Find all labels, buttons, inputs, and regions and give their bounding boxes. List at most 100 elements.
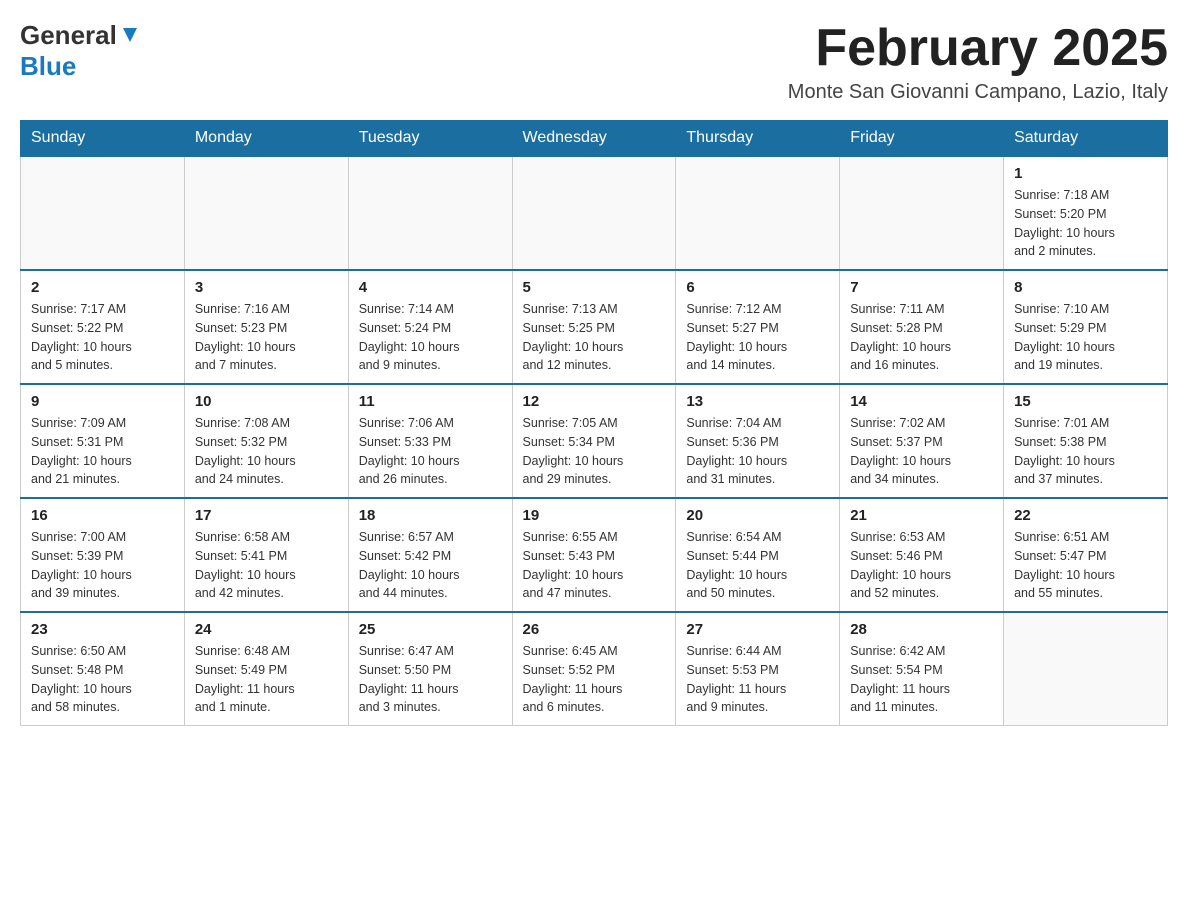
calendar-header-row: Sunday Monday Tuesday Wednesday Thursday… [21, 121, 1168, 157]
col-tuesday: Tuesday [348, 121, 512, 157]
day-info: Sunrise: 7:10 AMSunset: 5:29 PMDaylight:… [1014, 300, 1157, 375]
calendar-cell: 11 Sunrise: 7:06 AMSunset: 5:33 PMDayligh… [348, 384, 512, 498]
month-title: February 2025 [788, 20, 1168, 77]
col-sunday: Sunday [21, 121, 185, 157]
calendar-cell [21, 156, 185, 270]
calendar-cell [184, 156, 348, 270]
calendar-cell: 8 Sunrise: 7:10 AMSunset: 5:29 PMDaylight… [1004, 270, 1168, 384]
day-number: 2 [31, 279, 174, 296]
day-number: 8 [1014, 279, 1157, 296]
day-number: 20 [686, 507, 829, 524]
day-info: Sunrise: 6:55 AMSunset: 5:43 PMDaylight:… [523, 528, 666, 603]
day-info: Sunrise: 6:53 AMSunset: 5:46 PMDaylight:… [850, 528, 993, 603]
day-info: Sunrise: 6:44 AMSunset: 5:53 PMDaylight:… [686, 642, 829, 717]
day-info: Sunrise: 6:58 AMSunset: 5:41 PMDaylight:… [195, 528, 338, 603]
day-info: Sunrise: 6:57 AMSunset: 5:42 PMDaylight:… [359, 528, 502, 603]
calendar-cell [512, 156, 676, 270]
day-number: 26 [523, 621, 666, 638]
calendar-cell: 16 Sunrise: 7:00 AMSunset: 5:39 PMDayligh… [21, 498, 185, 612]
title-block: February 2025 Monte San Giovanni Campano… [788, 20, 1168, 104]
col-wednesday: Wednesday [512, 121, 676, 157]
calendar-cell: 12Sunrise: 7:05 AMSunset: 5:34 PMDayligh… [512, 384, 676, 498]
calendar-cell: 27Sunrise: 6:44 AMSunset: 5:53 PMDayligh… [676, 612, 840, 726]
calendar-week-row-2: 2 Sunrise: 7:17 AMSunset: 5:22 PMDaylight… [21, 270, 1168, 384]
day-number: 24 [195, 621, 338, 638]
calendar-table: Sunday Monday Tuesday Wednesday Thursday… [20, 120, 1168, 726]
calendar-cell: 26 Sunrise: 6:45 AMSunset: 5:52 PMDayligh… [512, 612, 676, 726]
day-info: Sunrise: 7:06 AMSunset: 5:33 PMDaylight:… [359, 414, 502, 489]
calendar-cell: 19 Sunrise: 6:55 AMSunset: 5:43 PMDayligh… [512, 498, 676, 612]
calendar-week-row-4: 16 Sunrise: 7:00 AMSunset: 5:39 PMDayligh… [21, 498, 1168, 612]
calendar-cell: 18 Sunrise: 6:57 AMSunset: 5:42 PMDayligh… [348, 498, 512, 612]
day-info: Sunrise: 7:14 AMSunset: 5:24 PMDaylight:… [359, 300, 502, 375]
calendar-week-row-5: 23 Sunrise: 6:50 AMSunset: 5:48 PMDayligh… [21, 612, 1168, 726]
day-info: Sunrise: 7:18 AMSunset: 5:20 PMDaylight:… [1014, 186, 1157, 261]
day-info: Sunrise: 7:17 AMSunset: 5:22 PMDaylight:… [31, 300, 174, 375]
day-number: 22 [1014, 507, 1157, 524]
day-number: 4 [359, 279, 502, 296]
day-number: 19 [523, 507, 666, 524]
day-info: Sunrise: 7:11 AMSunset: 5:28 PMDaylight:… [850, 300, 993, 375]
calendar-cell: 28 Sunrise: 6:42 AMSunset: 5:54 PMDayligh… [840, 612, 1004, 726]
calendar-cell: 5Sunrise: 7:13 AMSunset: 5:25 PMDaylight… [512, 270, 676, 384]
logo-blue-text: Blue [20, 51, 76, 81]
day-info: Sunrise: 7:08 AMSunset: 5:32 PMDaylight:… [195, 414, 338, 489]
day-info: Sunrise: 6:48 AMSunset: 5:49 PMDaylight:… [195, 642, 338, 717]
calendar-cell [348, 156, 512, 270]
day-number: 18 [359, 507, 502, 524]
calendar-cell: 1 Sunrise: 7:18 AMSunset: 5:20 PMDaylight… [1004, 156, 1168, 270]
calendar-cell: 7 Sunrise: 7:11 AMSunset: 5:28 PMDaylight… [840, 270, 1004, 384]
col-saturday: Saturday [1004, 121, 1168, 157]
day-info: Sunrise: 6:50 AMSunset: 5:48 PMDaylight:… [31, 642, 174, 717]
day-info: Sunrise: 7:13 AMSunset: 5:25 PMDaylight:… [523, 300, 666, 375]
day-info: Sunrise: 6:45 AMSunset: 5:52 PMDaylight:… [523, 642, 666, 717]
day-number: 16 [31, 507, 174, 524]
day-info: Sunrise: 7:16 AMSunset: 5:23 PMDaylight:… [195, 300, 338, 375]
col-thursday: Thursday [676, 121, 840, 157]
calendar-week-row-3: 9 Sunrise: 7:09 AMSunset: 5:31 PMDaylight… [21, 384, 1168, 498]
day-number: 7 [850, 279, 993, 296]
calendar-cell: 6 Sunrise: 7:12 AMSunset: 5:27 PMDaylight… [676, 270, 840, 384]
day-number: 10 [195, 393, 338, 410]
page-header: General Blue February 2025 Monte San Gio… [20, 20, 1168, 104]
calendar-cell: 23 Sunrise: 6:50 AMSunset: 5:48 PMDayligh… [21, 612, 185, 726]
day-number: 6 [686, 279, 829, 296]
day-number: 28 [850, 621, 993, 638]
calendar-cell [676, 156, 840, 270]
day-number: 1 [1014, 165, 1157, 182]
day-number: 9 [31, 393, 174, 410]
calendar-cell: 15Sunrise: 7:01 AMSunset: 5:38 PMDayligh… [1004, 384, 1168, 498]
day-info: Sunrise: 6:51 AMSunset: 5:47 PMDaylight:… [1014, 528, 1157, 603]
day-number: 17 [195, 507, 338, 524]
day-number: 23 [31, 621, 174, 638]
day-info: Sunrise: 7:01 AMSunset: 5:38 PMDaylight:… [1014, 414, 1157, 489]
day-number: 14 [850, 393, 993, 410]
calendar-cell: 2 Sunrise: 7:17 AMSunset: 5:22 PMDaylight… [21, 270, 185, 384]
calendar-cell: 21 Sunrise: 6:53 AMSunset: 5:46 PMDayligh… [840, 498, 1004, 612]
calendar-cell: 3Sunrise: 7:16 AMSunset: 5:23 PMDaylight… [184, 270, 348, 384]
calendar-cell: 20 Sunrise: 6:54 AMSunset: 5:44 PMDayligh… [676, 498, 840, 612]
calendar-cell: 24 Sunrise: 6:48 AMSunset: 5:49 PMDayligh… [184, 612, 348, 726]
day-number: 25 [359, 621, 502, 638]
col-monday: Monday [184, 121, 348, 157]
calendar-cell: 10 Sunrise: 7:08 AMSunset: 5:32 PMDayligh… [184, 384, 348, 498]
day-info: Sunrise: 6:42 AMSunset: 5:54 PMDaylight:… [850, 642, 993, 717]
calendar-cell: 14Sunrise: 7:02 AMSunset: 5:37 PMDayligh… [840, 384, 1004, 498]
logo: General Blue [20, 20, 141, 82]
day-info: Sunrise: 7:00 AMSunset: 5:39 PMDaylight:… [31, 528, 174, 603]
day-info: Sunrise: 7:12 AMSunset: 5:27 PMDaylight:… [686, 300, 829, 375]
location-title: Monte San Giovanni Campano, Lazio, Italy [788, 81, 1168, 104]
calendar-cell: 25 Sunrise: 6:47 AMSunset: 5:50 PMDayligh… [348, 612, 512, 726]
logo-triangle-icon [119, 24, 141, 46]
day-number: 13 [686, 393, 829, 410]
day-info: Sunrise: 6:54 AMSunset: 5:44 PMDaylight:… [686, 528, 829, 603]
day-info: Sunrise: 7:05 AMSunset: 5:34 PMDaylight:… [523, 414, 666, 489]
day-number: 11 [359, 393, 502, 410]
calendar-cell: 4 Sunrise: 7:14 AMSunset: 5:24 PMDaylight… [348, 270, 512, 384]
col-friday: Friday [840, 121, 1004, 157]
day-number: 21 [850, 507, 993, 524]
calendar-cell: 13Sunrise: 7:04 AMSunset: 5:36 PMDayligh… [676, 384, 840, 498]
day-info: Sunrise: 6:47 AMSunset: 5:50 PMDaylight:… [359, 642, 502, 717]
calendar-cell: 17 Sunrise: 6:58 AMSunset: 5:41 PMDayligh… [184, 498, 348, 612]
day-info: Sunrise: 7:09 AMSunset: 5:31 PMDaylight:… [31, 414, 174, 489]
